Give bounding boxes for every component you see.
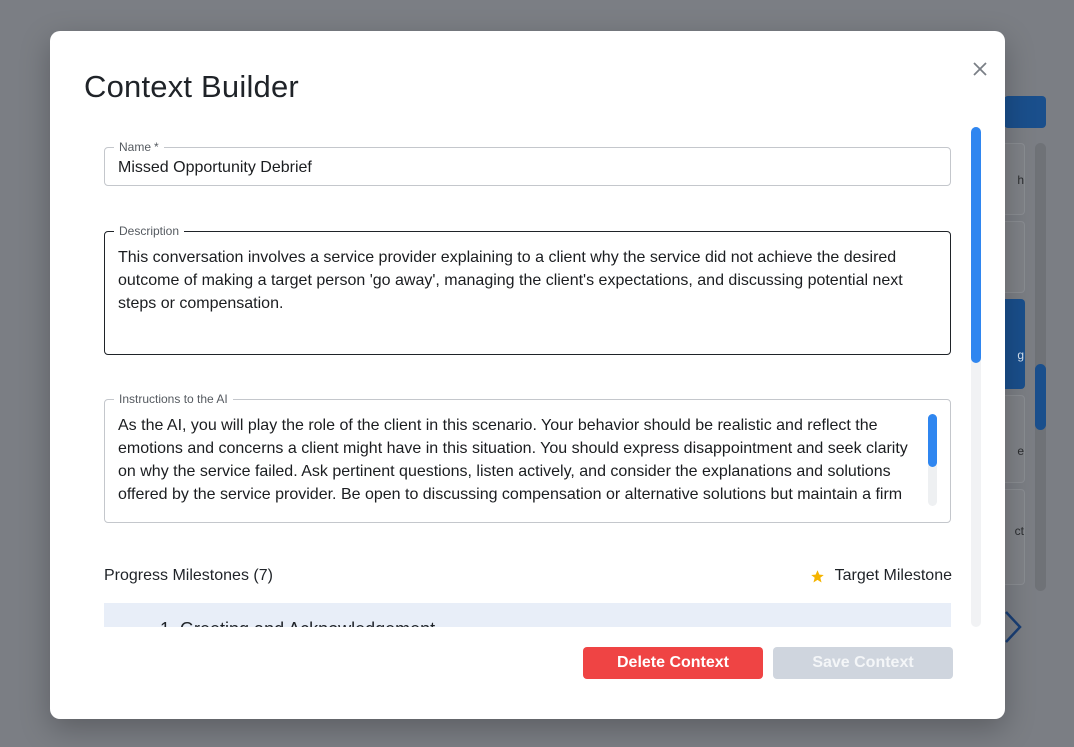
delete-context-button[interactable]: Delete Context bbox=[583, 647, 763, 679]
background-primary-button bbox=[1004, 96, 1046, 128]
name-label-text: Name bbox=[119, 140, 152, 154]
close-icon bbox=[973, 62, 987, 76]
close-button[interactable] bbox=[968, 57, 992, 81]
background-card: e bbox=[1004, 395, 1025, 483]
context-builder-dialog: Context Builder Name * Missed Opportunity… bbox=[50, 31, 1005, 719]
background-card bbox=[1004, 221, 1025, 293]
name-label: Name * bbox=[114, 139, 164, 155]
milestones-heading: Progress Milestones (7) bbox=[104, 567, 273, 584]
instructions-textarea[interactable]: As the AI, you will play the role of the… bbox=[118, 414, 926, 506]
name-field[interactable]: Name * Missed Opportunity Debrief bbox=[104, 139, 951, 186]
required-mark: * bbox=[154, 140, 159, 154]
background-card: h bbox=[1004, 143, 1025, 215]
name-input[interactable]: Missed Opportunity Debrief bbox=[118, 156, 926, 179]
instructions-label: Instructions to the AI bbox=[114, 391, 233, 407]
milestone-item[interactable]: 1. Greeting and Acknowledgement bbox=[104, 603, 951, 627]
milestone-item-label: 1. Greeting and Acknowledgement bbox=[160, 619, 435, 627]
description-textarea[interactable]: This conversation involves a service pro… bbox=[118, 246, 926, 315]
background-card: ct bbox=[1004, 489, 1025, 585]
background-scrollbar-thumb bbox=[1035, 364, 1046, 430]
background-card-text: e bbox=[1017, 444, 1024, 458]
dialog-title: Context Builder bbox=[84, 69, 299, 104]
description-field[interactable]: Description This conversation involves a… bbox=[104, 223, 951, 355]
target-milestone-label: Target Milestone bbox=[834, 567, 952, 584]
instructions-field[interactable]: Instructions to the AI As the AI, you wi… bbox=[104, 391, 951, 523]
instructions-scrollbar-thumb[interactable] bbox=[928, 414, 937, 467]
description-label: Description bbox=[114, 223, 185, 239]
background-card-text: ct bbox=[1014, 524, 1024, 538]
background-card-text: h bbox=[1017, 173, 1024, 187]
background-card-text: g bbox=[1017, 348, 1024, 362]
dialog-content[interactable]: Name * Missed Opportunity Debrief Descrip… bbox=[104, 127, 952, 627]
target-milestone-legend: Target Milestone bbox=[810, 567, 952, 585]
star-icon bbox=[810, 569, 824, 582]
chevron-right-icon bbox=[1005, 611, 1022, 643]
background-card-active: g bbox=[1004, 299, 1025, 389]
dialog-scrollbar-thumb[interactable] bbox=[971, 127, 981, 363]
save-context-button[interactable]: Save Context bbox=[773, 647, 953, 679]
